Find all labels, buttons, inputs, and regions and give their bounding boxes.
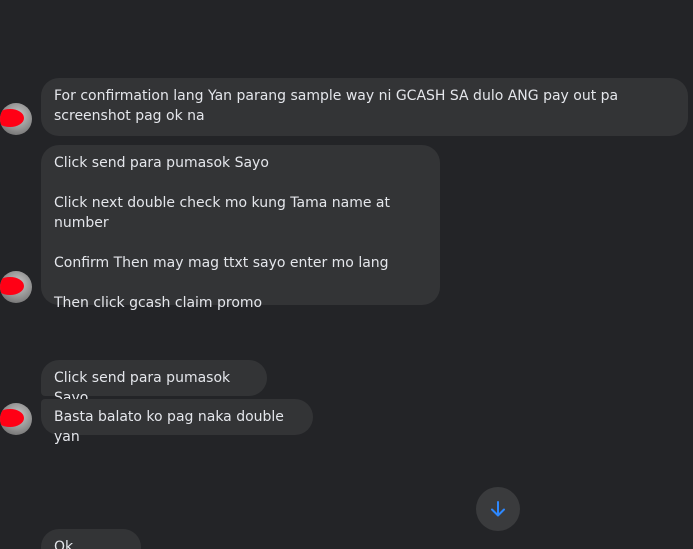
message-bubble[interactable]: Click send para pumasok Sayo Click next … xyxy=(41,145,440,311)
chat-thread: For confirmation lang Yan parang sample … xyxy=(0,0,693,549)
arrow-down-icon xyxy=(491,501,505,517)
message-bubble[interactable]: Click send para pumasok Sayo xyxy=(41,360,267,406)
avatar[interactable] xyxy=(0,403,32,435)
avatar[interactable] xyxy=(0,103,32,135)
scroll-to-bottom-button[interactable] xyxy=(476,487,520,531)
redaction-mark xyxy=(0,409,24,427)
redaction-mark xyxy=(0,277,24,295)
message-bubble[interactable]: Ok salamat xyxy=(41,529,141,549)
message-bubble[interactable]: Basta balato ko pag naka double yan xyxy=(41,399,313,445)
avatar[interactable] xyxy=(0,271,32,303)
message-bubble[interactable]: For confirmation lang Yan parang sample … xyxy=(41,78,688,136)
redaction-mark xyxy=(0,109,24,127)
